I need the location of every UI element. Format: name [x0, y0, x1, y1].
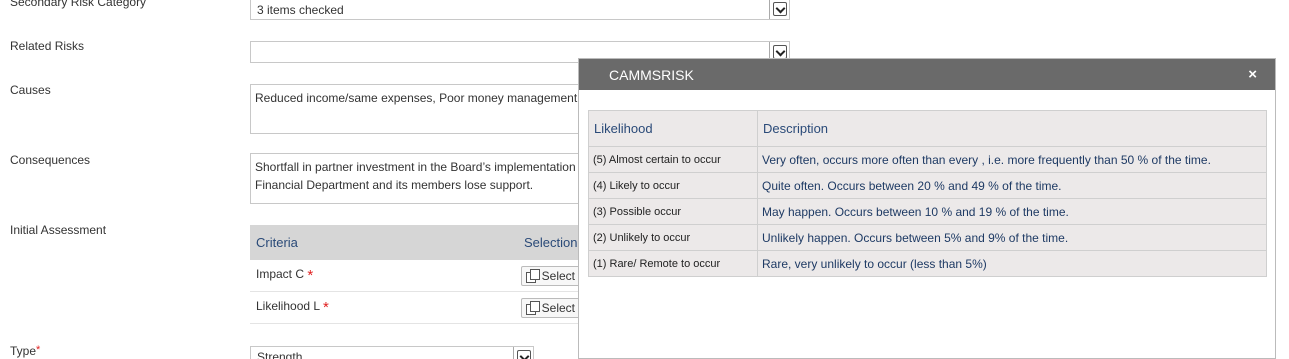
table-row: (1) Rare/ Remote to occur Rare, very unl…: [588, 250, 1267, 277]
related-risks-label: Related Risks: [10, 39, 85, 53]
consequences-label: Consequences: [10, 153, 91, 167]
modal-header: CAMMSRISK ×: [579, 59, 1275, 90]
likelihood-cell: (4) Likely to occur: [588, 172, 758, 199]
likelihood-cell: (5) Almost certain to occur: [588, 146, 758, 173]
secondary-risk-category-select[interactable]: 3 items checked: [250, 0, 790, 20]
description-cell: May happen. Occurs between 10 % and 19 %…: [757, 198, 1267, 225]
consequences-line-2: Financial Department and its members los…: [255, 178, 534, 192]
causes-textarea[interactable]: Reduced income/same expenses, Poor money…: [250, 84, 590, 134]
likelihood-select-label: Select: [541, 300, 575, 315]
secondary-risk-category-dropdown-button[interactable]: [769, 0, 789, 19]
likelihood-label: Likelihood L: [256, 299, 320, 313]
type-label-text: Type: [10, 344, 37, 358]
description-cell: Very often, occurs more often than every…: [757, 146, 1267, 173]
likelihood-column-header: Likelihood: [588, 110, 758, 147]
table-row: (5) Almost certain to occur Very often, …: [588, 146, 1267, 173]
consequences-textarea[interactable]: Shortfall in partner investment in the B…: [250, 153, 590, 204]
secondary-risk-category-value: 3 items checked: [257, 3, 344, 17]
likelihood-cell: (1) Rare/ Remote to occur: [588, 250, 758, 277]
consequences-line-1: Shortfall in partner investment in the B…: [255, 160, 576, 174]
table-row: (4) Likely to occur Quite often. Occurs …: [588, 172, 1267, 199]
type-label: Type*: [10, 344, 40, 358]
likelihood-cell: (2) Unlikely to occur: [588, 224, 758, 251]
modal-title: CAMMSRISK: [609, 66, 694, 83]
copy-icon: [525, 269, 540, 283]
chevron-down-icon: [772, 45, 787, 59]
close-icon[interactable]: ×: [1248, 66, 1257, 83]
required-marker: *: [322, 299, 329, 316]
type-select[interactable]: Strength: [250, 346, 534, 359]
type-value: Strength: [257, 350, 303, 359]
copy-icon: [525, 301, 540, 315]
secondary-risk-category-label: Secondary Risk Category: [10, 0, 147, 9]
impact-select-label: Select: [541, 268, 575, 283]
description-column-header: Description: [757, 110, 1267, 147]
assessment-row-likelihood: Likelihood L * Select: [250, 292, 580, 324]
initial-assessment-label: Initial Assessment: [10, 223, 107, 237]
causes-label: Causes: [10, 83, 51, 97]
assessment-row-impact: Impact C * Select: [250, 260, 580, 292]
initial-assessment-table: Criteria Selection Impact C * Select Lik…: [250, 225, 580, 324]
description-cell: Rare, very unlikely to occur (less than …: [757, 250, 1267, 277]
description-cell: Quite often. Occurs between 20 % and 49 …: [757, 172, 1267, 199]
table-row: (2) Unlikely to occur Unlikely happen. O…: [588, 224, 1267, 251]
required-marker: *: [307, 267, 314, 284]
likelihood-table-header-row: Likelihood Description: [588, 110, 1267, 147]
impact-select-button[interactable]: Select: [520, 265, 580, 286]
likelihood-select-button[interactable]: Select: [520, 297, 580, 318]
likelihood-info-modal: CAMMSRISK × Likelihood Description (5) A…: [578, 58, 1276, 359]
likelihood-cell: (3) Possible occur: [588, 198, 758, 225]
chevron-down-icon: [772, 2, 787, 16]
causes-value: Reduced income/same expenses, Poor money…: [255, 91, 578, 105]
chevron-down-icon: [516, 350, 531, 359]
impact-label: Impact C: [256, 267, 305, 281]
assessment-header-row: Criteria Selection: [250, 225, 580, 260]
required-marker: *: [36, 344, 41, 356]
likelihood-table: Likelihood Description (5) Almost certai…: [588, 110, 1267, 277]
criteria-header: Criteria: [256, 235, 298, 250]
description-cell: Unlikely happen. Occurs between 5% and 9…: [757, 224, 1267, 251]
type-dropdown-button[interactable]: [513, 347, 533, 359]
selection-header: Selection: [524, 235, 578, 250]
table-row: (3) Possible occur May happen. Occurs be…: [588, 198, 1267, 225]
